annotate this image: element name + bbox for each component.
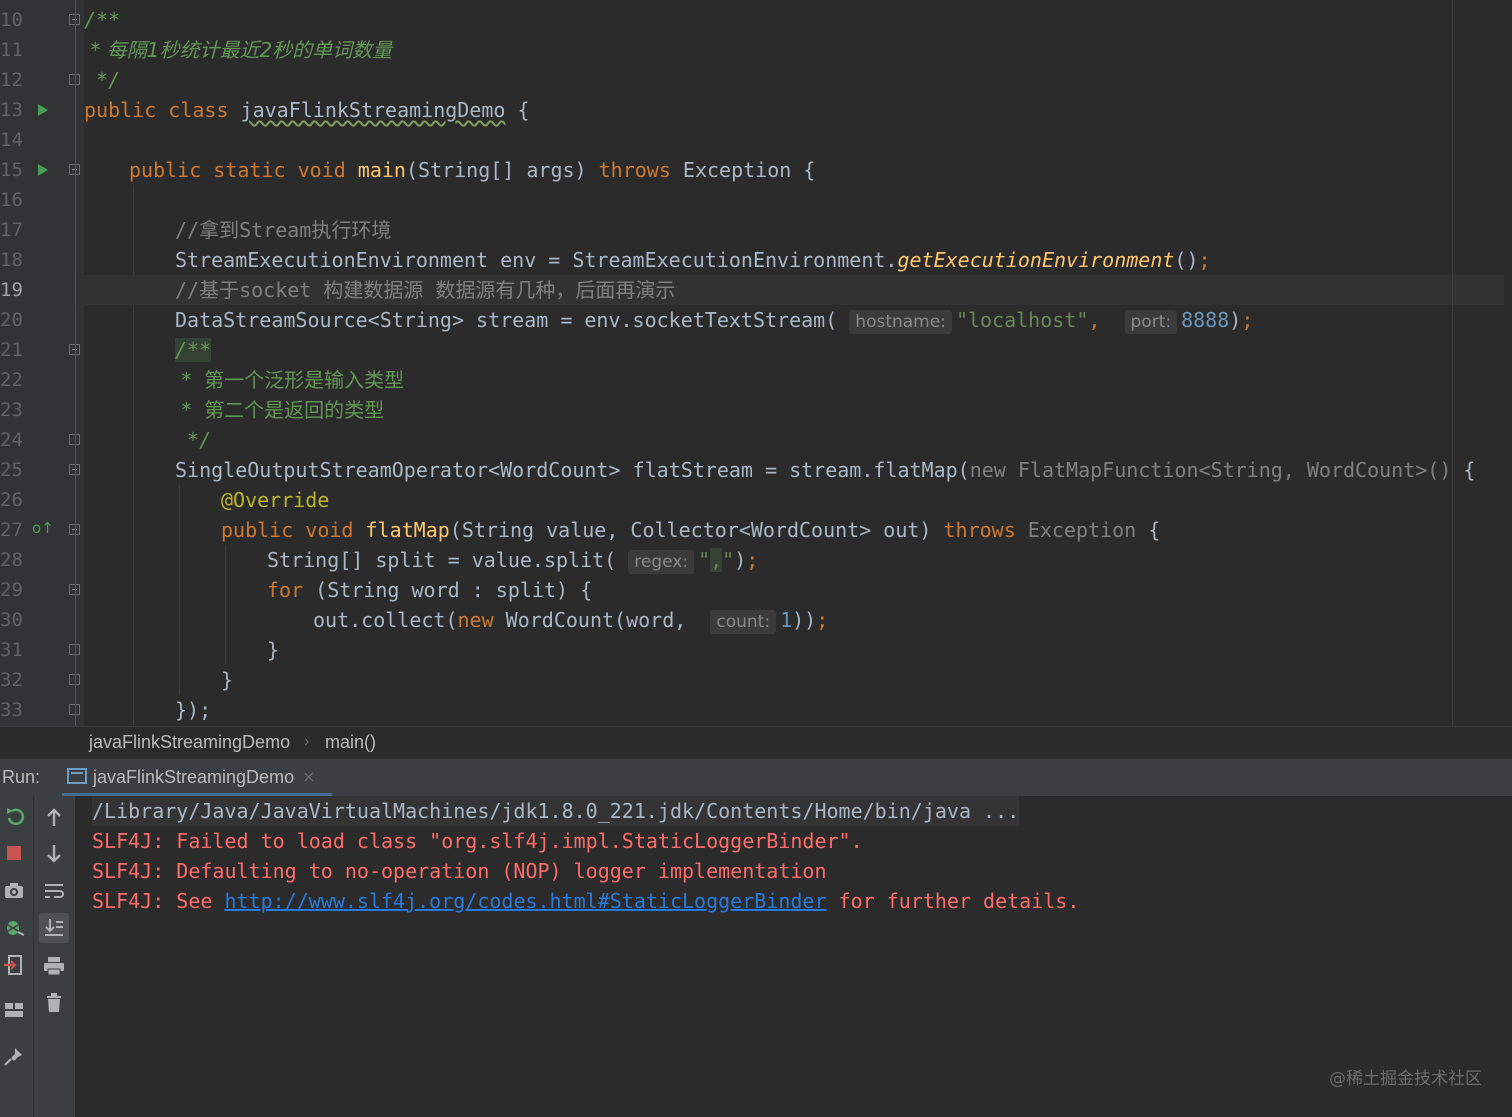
line-number: 23 — [0, 399, 23, 421]
code-line-26: @Override — [221, 488, 330, 512]
code-line-30: out.collect(new WordCount(word, count: 1)… — [313, 608, 829, 634]
code-line-32: } — [221, 668, 234, 692]
override-method-icon[interactable]: o↑ — [32, 519, 54, 537]
breadcrumb-method[interactable]: main() — [325, 732, 376, 753]
code-line-33: }); — [175, 698, 212, 722]
run-toolbar-left — [0, 796, 34, 1117]
line-number: 12 — [0, 69, 23, 91]
line-number: 27 — [0, 519, 23, 541]
code-line-20: DataStreamSource<String> stream = env.so… — [175, 308, 1254, 334]
breadcrumb-class[interactable]: javaFlinkStreamingDemo — [89, 732, 290, 753]
close-icon[interactable]: × — [302, 767, 315, 786]
line-number: 14 — [0, 129, 23, 151]
parameter-hint: count: — [710, 610, 777, 634]
exit-icon[interactable] — [0, 950, 30, 980]
line-number: 28 — [0, 549, 23, 571]
print-icon[interactable] — [39, 951, 69, 981]
editor-gutter: 10 11 12 13 14 15 16 17 18 19 20 21 22 2… — [0, 0, 84, 726]
line-number: 26 — [0, 489, 23, 511]
code-line-13: public class javaFlinkStreamingDemo { — [84, 98, 530, 122]
scroll-to-end-icon[interactable] — [39, 913, 69, 943]
code-line-12: */ — [84, 68, 121, 92]
line-number: 24 — [0, 429, 23, 451]
debug-icon[interactable] — [0, 912, 30, 942]
line-number: 13 — [0, 99, 23, 121]
soft-wrap-icon[interactable] — [39, 876, 69, 906]
parameter-hint: hostname: — [849, 310, 952, 334]
line-number: 15 — [0, 159, 23, 181]
code-line-19-current: //基于socket 构建数据源 数据源有几种，后面再演示 — [76, 275, 1504, 305]
line-number: 17 — [0, 219, 23, 241]
down-arrow-icon[interactable] — [39, 839, 69, 869]
gutter-divider — [75, 0, 76, 726]
run-main-icon[interactable] — [38, 164, 48, 176]
code-editor[interactable]: 10 11 12 13 14 15 16 17 18 19 20 21 22 2… — [0, 0, 1512, 726]
line-number: 30 — [0, 609, 23, 631]
up-arrow-icon[interactable] — [39, 802, 69, 832]
code-area[interactable]: /** * 每隔1秒统计最近2秒的单词数量 */ public class ja… — [76, 0, 1504, 726]
run-label: Run: — [2, 767, 41, 787]
console-icon — [67, 768, 87, 784]
trash-icon[interactable] — [39, 988, 69, 1018]
pin-icon[interactable] — [0, 1042, 30, 1072]
line-number: 11 — [0, 39, 23, 61]
line-number: 33 — [0, 699, 23, 721]
code-line-27: public void flatMap(String value, Collec… — [221, 518, 1161, 542]
console-line-error: SLF4J: See http://www.slf4j.org/codes.ht… — [92, 889, 1080, 913]
code-line-17: //拿到Stream执行环境 — [175, 218, 392, 242]
run-class-icon[interactable] — [38, 104, 48, 116]
line-number: 10 — [0, 9, 23, 31]
line-number: 25 — [0, 459, 23, 481]
breadcrumb: javaFlinkStreamingDemo › main() — [0, 726, 1512, 758]
breadcrumb-separator: › — [304, 733, 310, 750]
code-line-10: /** — [84, 8, 121, 32]
code-line-28: String[] split = value.split( regex: ",")… — [267, 548, 759, 574]
line-number: 22 — [0, 369, 23, 391]
console-line-command[interactable]: /Library/Java/JavaVirtualMachines/jdk1.8… — [92, 796, 1020, 826]
run-panel-header: Run: javaFlinkStreamingDemo × — [0, 758, 1512, 797]
layout-icon[interactable] — [0, 994, 30, 1024]
watermark: @稀土掘金技术社区 — [1329, 1069, 1482, 1089]
line-number: 16 — [0, 189, 23, 211]
right-margin-guide — [1452, 0, 1453, 726]
parameter-hint: port: — [1124, 310, 1178, 334]
code-line-24: */ — [175, 428, 212, 452]
code-line-18: StreamExecutionEnvironment env = StreamE… — [175, 248, 1211, 272]
line-number: 29 — [0, 579, 23, 601]
console-line-error: SLF4J: Defaulting to no-operation (NOP) … — [92, 859, 827, 883]
rerun-icon[interactable] — [0, 802, 30, 832]
code-line-21: /** — [175, 338, 212, 362]
code-line-11: * 每隔1秒统计最近2秒的单词数量 — [84, 38, 393, 62]
line-number-current: 19 — [0, 279, 23, 301]
console-link[interactable]: http://www.slf4j.org/codes.html#StaticLo… — [224, 889, 826, 913]
line-number: 32 — [0, 669, 23, 691]
line-number: 18 — [0, 249, 23, 271]
console-line-error: SLF4J: Failed to load class "org.slf4j.i… — [92, 829, 863, 853]
tab-label: javaFlinkStreamingDemo — [93, 767, 295, 787]
run-toolbar-right — [34, 796, 76, 1117]
code-line-22: * 第一个泛形是输入类型 — [175, 368, 405, 392]
code-line-29: for (String word : split) { — [267, 578, 593, 602]
code-line-15: public static void main(String[] args) t… — [129, 158, 816, 182]
tab-run-config[interactable]: javaFlinkStreamingDemo × — [62, 759, 332, 797]
parameter-hint: regex: — [628, 550, 695, 574]
camera-icon[interactable] — [0, 876, 30, 906]
code-line-25: SingleOutputStreamOperator<WordCount> fl… — [175, 458, 1476, 482]
console-output[interactable]: /Library/Java/JavaVirtualMachines/jdk1.8… — [76, 796, 1512, 1117]
line-number: 20 — [0, 309, 23, 331]
code-line-31: } — [267, 638, 280, 662]
line-number: 21 — [0, 339, 23, 361]
line-number: 31 — [0, 639, 23, 661]
code-line-23: * 第二个是返回的类型 — [175, 398, 385, 422]
stop-icon[interactable] — [0, 838, 30, 868]
